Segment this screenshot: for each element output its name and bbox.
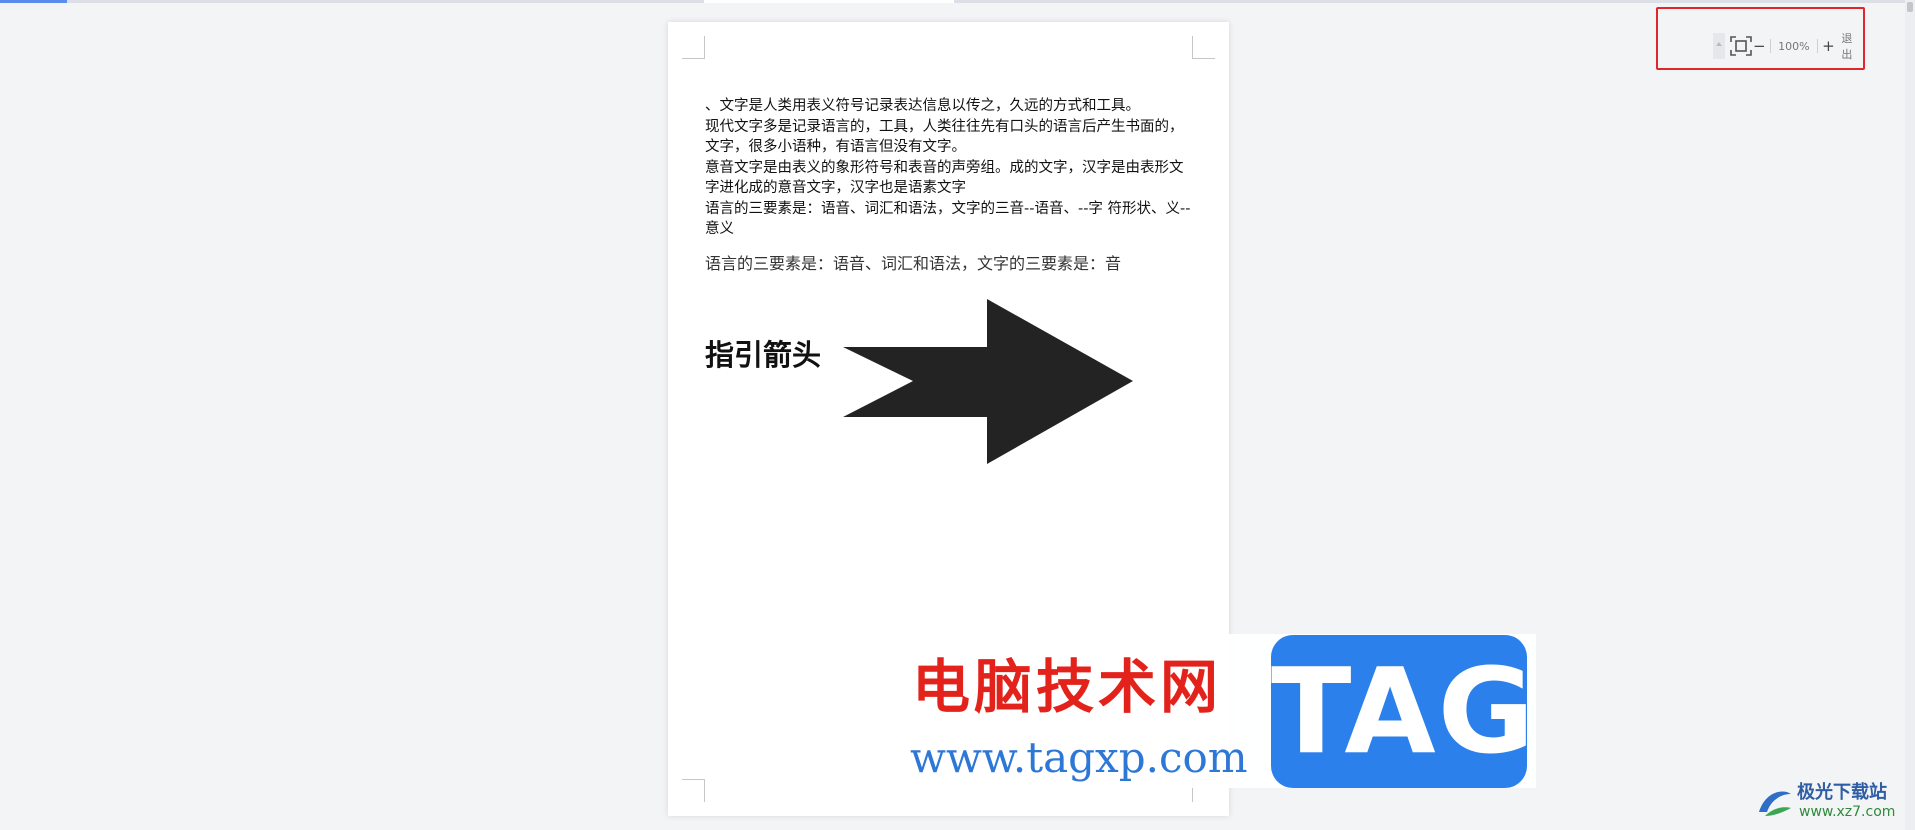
top-progress-strip (0, 0, 1915, 3)
arrow-shape[interactable] (843, 299, 1133, 464)
body-text[interactable]: 、文字是人类用表义符号记录表达信息以传之，久远的方式和工具。 现代文字多是记录语… (705, 96, 1195, 240)
crop-mark-top-right (1192, 36, 1215, 59)
toolbar-divider (1816, 39, 1818, 53)
fit-page-icon[interactable] (1729, 35, 1753, 57)
corner-watermark-url: www.xz7.com (1799, 804, 1896, 820)
paragraph[interactable]: 意音文字是由表义的象形符号和表音的声旁组。成的文字，汉字是由表形文字进化成的意音… (705, 158, 1195, 199)
vertical-scrollbar[interactable] (1905, 0, 1915, 830)
paragraph[interactable]: 、文字是人类用表义符号记录表达信息以传之，久远的方式和工具。 (705, 96, 1195, 117)
exit-button[interactable]: 退出 (1841, 30, 1863, 62)
scrollbar-thumb[interactable] (1907, 2, 1913, 12)
corner-logo-icon (1759, 791, 1791, 816)
toolbar-divider (1770, 39, 1772, 53)
crop-mark-bottom-left (682, 779, 705, 802)
scroll-up-icon[interactable] (1713, 33, 1725, 59)
arrow-right-icon[interactable] (843, 299, 1133, 464)
zoom-level[interactable]: 100% (1775, 40, 1812, 53)
paragraph[interactable]: 语言的三要素是：语音、词汇和语法，文字的三音--语音、--字 符形状、义--意义 (705, 199, 1195, 240)
watermark-site-name: 电脑技术网 (912, 653, 1223, 721)
progress-segment (0, 0, 67, 3)
zoom-toolbar: − 100% + 退出 (1713, 30, 1863, 62)
watermark-url: www.tagxp.com (910, 733, 1248, 782)
corner-watermark-name: 极光下载站 (1797, 782, 1887, 803)
progress-segment (704, 0, 954, 3)
crop-mark-top-left (682, 36, 705, 59)
corner-watermark: 极光下载站 www.xz7.com (1755, 778, 1905, 828)
zoom-out-button[interactable]: − (1752, 37, 1766, 55)
arrow-label-text[interactable]: 指引箭头 (705, 332, 821, 374)
watermark-tag-logo: TAG (1271, 635, 1535, 788)
paragraph[interactable]: 现代文字多是记录语言的，工具，人类往往先有口头的语言后产生书面的，文字，很多小语… (705, 117, 1195, 158)
serif-paragraph[interactable]: 语言的三要素是：语音、词汇和语法，文字的三要素是：音 (705, 250, 1205, 274)
zoom-in-button[interactable]: + (1822, 37, 1836, 55)
